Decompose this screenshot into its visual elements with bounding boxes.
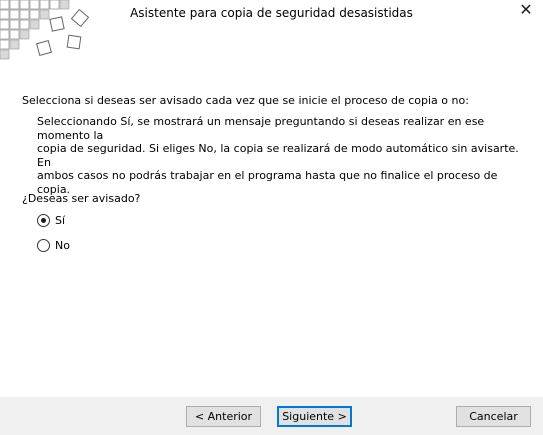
radio-label-no: No (55, 239, 70, 252)
radio-option-no[interactable]: No (37, 239, 70, 252)
description-line: Seleccionando Sí, se mostrará un mensaje… (37, 115, 485, 142)
radio-checked-icon[interactable] (37, 214, 50, 227)
radio-unchecked-icon[interactable] (37, 239, 50, 252)
window-title: Asistente para copia de seguridad desasi… (130, 6, 413, 20)
radio-option-si[interactable]: Sí (37, 214, 65, 227)
ask-label: ¿Deseas ser avisado? (22, 192, 141, 205)
cancel-button[interactable]: Cancelar (456, 406, 531, 427)
back-button[interactable]: < Anterior (186, 406, 261, 427)
close-icon[interactable]: ✕ (515, 0, 537, 20)
description-line: copia de seguridad. Si eliges No, la cop… (37, 142, 519, 169)
instruction-text: Selecciona si deseas ser avisado cada ve… (22, 94, 469, 107)
description-text: Seleccionando Sí, se mostrará un mensaje… (37, 115, 527, 196)
radio-label-si: Sí (55, 214, 66, 227)
next-button[interactable]: Siguiente > (277, 406, 352, 427)
